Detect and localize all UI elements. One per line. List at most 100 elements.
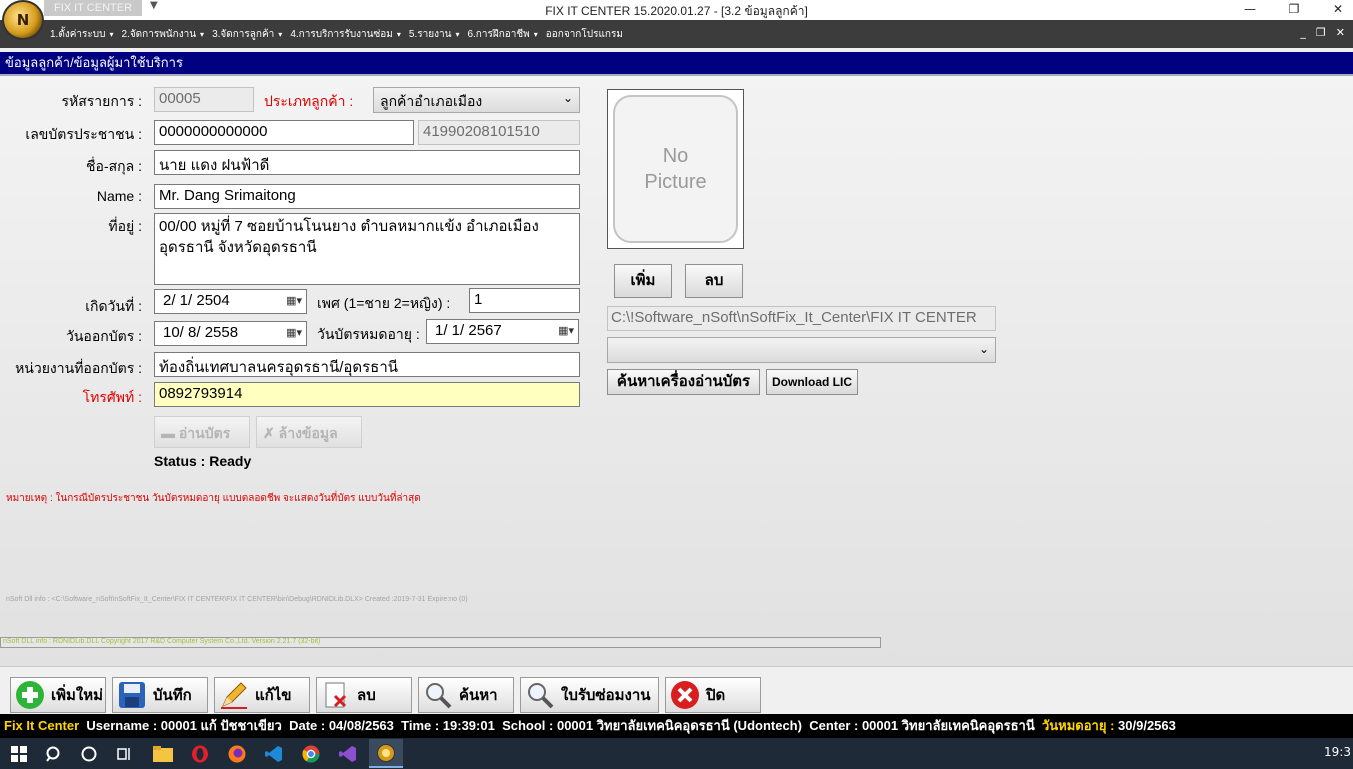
calendar-icon[interactable]: ▦▾ [286,326,302,339]
cortana-icon[interactable] [76,742,102,766]
status-bar: Fix It Center Username : 00001 แก้ ปัชชา… [0,714,1353,738]
clear-data-button[interactable]: ✗ ล้างข้อมูล [256,416,362,448]
opera-icon[interactable] [187,742,213,766]
card-reader-icon: ▬ [161,425,175,441]
customer-form: รหัสรายการ : 00005 ประเภทลูกค้า : ลูกค้า… [0,76,1353,666]
windows-taskbar: 19:3 [0,738,1353,769]
calendar-icon[interactable]: ▦▾ [286,294,302,307]
status-time: Time : 19:39:01 [401,718,495,733]
card-reader-select[interactable]: ⌄ [607,337,996,363]
status-school-label: School : [502,718,554,733]
birthdate-picker[interactable]: 2/ 1/ 2504 ▦▾ [154,289,307,314]
photo-path-field: C:\!Software_nSoft\nSoftFix_It_Center\FI… [607,306,996,331]
new-button[interactable]: เพิ่มใหม่ [10,677,106,713]
name-en-field[interactable]: Mr. Dang Srimaitong [154,184,580,209]
child-restore-button[interactable]: ❐ [1316,26,1326,39]
progress-bar: nSoft DLL info : RDNIDLib.DLL Copyright … [0,637,881,648]
menu-settings[interactable]: 1.ตั้งค่าระบบ ▾ [50,27,113,42]
gender-label: เพศ (1=ชาย 2=หญิง) : [317,295,451,311]
add-icon [15,680,45,710]
expiry-date-picker[interactable]: 1/ 1/ 2567 ▦▾ [426,319,579,344]
status-text: Status : Ready [154,453,252,469]
menu-repair-service[interactable]: 4.การบริการรับงานซ่อม ▾ [290,27,401,42]
save-button[interactable]: บันทึก [112,677,208,713]
window-title: FIX IT CENTER 15.2020.01.27 - [3.2 ข้อมู… [545,4,808,18]
search-icon [423,680,453,710]
close-icon [670,680,700,710]
delete-photo-button[interactable]: ลบ [685,264,743,298]
menu-exit[interactable]: ออกจากโปรแกรม [546,27,623,42]
issuer-field[interactable]: ท้องถิ่นเทศบาลนครอุดรธานี/อุดรธานี [154,352,580,377]
app-logo-icon[interactable]: N [2,0,44,40]
add-photo-button[interactable]: เพิ่ม [614,264,672,298]
birthdate-label: เกิดวันที่ : [85,298,142,314]
no-picture-placeholder: No Picture [613,95,738,243]
section-title: ข้อมูลลูกค้า/ข้อมูลผู้มาใช้บริการ [0,52,1353,74]
name-en-label: Name : [96,188,142,204]
fullname-th-label: ชื่อ-สกุล : [86,158,142,174]
issue-date-picker[interactable]: 10/ 8/ 2558 ▦▾ [154,321,307,346]
find-card-reader-button[interactable]: ค้นหาเครื่องอ่านบัตร [607,369,760,395]
customer-type-select[interactable]: ลูกค้าอำเภอเมือง ⌄ [373,87,580,113]
gender-field[interactable]: 1 [469,288,580,313]
record-id-label: รหัสรายการ : [61,93,142,109]
file-explorer-icon[interactable] [150,742,176,766]
expiry-date-value: 1/ 1/ 2567 [435,322,502,339]
edit-button[interactable]: แก้ไข [214,677,310,713]
record-id-field: 00005 [154,87,254,112]
pencil-icon [219,680,249,710]
birthdate-value: 2/ 1/ 2504 [163,292,230,309]
id-card-field[interactable]: 0000000000000 [154,120,414,145]
status-app: Fix It Center [4,718,80,733]
close-button[interactable]: ปิด [665,677,761,713]
repair-order-button[interactable]: ใบรับซ่อมงาน [520,677,659,713]
address-label: ที่อยู่ : [108,218,142,234]
status-center-label: Center : [809,718,859,733]
delete-button[interactable]: ลบ [316,677,412,713]
close-window-button[interactable]: ✕ [1315,0,1353,20]
status-center: 00001 วิทยาลัยเทคนิคอุดรธานี [861,718,1035,733]
issue-date-value: 10/ 8/ 2558 [163,324,239,341]
title-bar: FIX IT CENTER ▼ FIX IT CENTER 15.2020.01… [0,0,1353,20]
dll-info-text: nSoft Dll info : <C:\Software_nSoft\nSof… [6,596,468,603]
search-button[interactable]: ค้นหา [418,677,514,713]
address-field[interactable]: 00/00 หมู่ที่ 7 ซอยบ้านโนนยาง ตำบลหมากแข… [154,213,580,285]
read-card-button[interactable]: ▬ อ่านบัตร [154,416,250,448]
search-icon[interactable] [41,742,67,766]
customer-type-label: ประเภทลูกค้า : [264,93,354,109]
restore-button[interactable]: ❐ [1271,0,1317,20]
child-minimize-button[interactable]: _ [1300,26,1306,39]
delete-doc-icon [321,680,351,710]
windows-start-icon[interactable] [6,742,32,766]
minimize-button[interactable]: — [1227,0,1273,20]
fullname-th-field[interactable]: นาย แดง ฝนฟ้าดี [154,150,580,175]
menu-customers[interactable]: 3.จัดการลูกค้า ▾ [212,27,282,42]
chevron-down-icon: ⌄ [562,91,573,105]
chevron-down-icon: ⌄ [978,342,989,356]
vscode-icon[interactable] [261,742,287,766]
firefox-icon[interactable] [224,742,250,766]
status-school: 00001 วิทยาลัยเทคนิคอุดรธานี (Udontech) [556,718,802,733]
id-card-label: เลขบัตรประชาชน : [25,126,142,142]
calendar-icon[interactable]: ▦▾ [558,324,574,337]
menu-bar: 1.ตั้งค่าระบบ ▾ 2.จัดการพนักงาน ▾ 3.จัดการ… [0,20,1353,48]
status-username: Username : 00001 แก้ ปัชชาเขียว [86,718,282,733]
status-expire-label: วันหมดอายุ : [1041,718,1115,733]
fix-it-center-taskbar-icon[interactable] [369,739,403,768]
menu-reports[interactable]: 5.รายงาน ▾ [409,27,460,42]
issuer-label: หน่วยงานที่ออกบัตร : [15,360,142,376]
customer-photo: No Picture [607,89,744,249]
chrome-icon[interactable] [298,742,324,766]
child-close-button[interactable]: ✕ [1336,26,1345,39]
taskbar-clock[interactable]: 19:3 [1324,745,1351,759]
id-card-extra-field: 41990208101510 [418,120,580,145]
menu-staff[interactable]: 2.จัดการพนักงาน ▾ [121,27,204,42]
menu-training[interactable]: 6.การฝึกอาชีพ ▾ [467,27,537,42]
download-lic-button[interactable]: Download LIC [766,369,858,395]
task-view-icon[interactable] [111,742,137,766]
customer-type-value: ลูกค้าอำเภอเมือง [380,93,483,109]
visual-studio-icon[interactable] [335,742,361,766]
phone-field[interactable]: 0892793914 [154,382,580,407]
progress-text: nSoft DLL info : RDNIDLib.DLL Copyright … [3,638,321,645]
bottom-toolbar: เพิ่มใหม่ บันทึก แก้ไข ลบ ค้นหา ใบรับซ่อ… [0,666,1353,714]
